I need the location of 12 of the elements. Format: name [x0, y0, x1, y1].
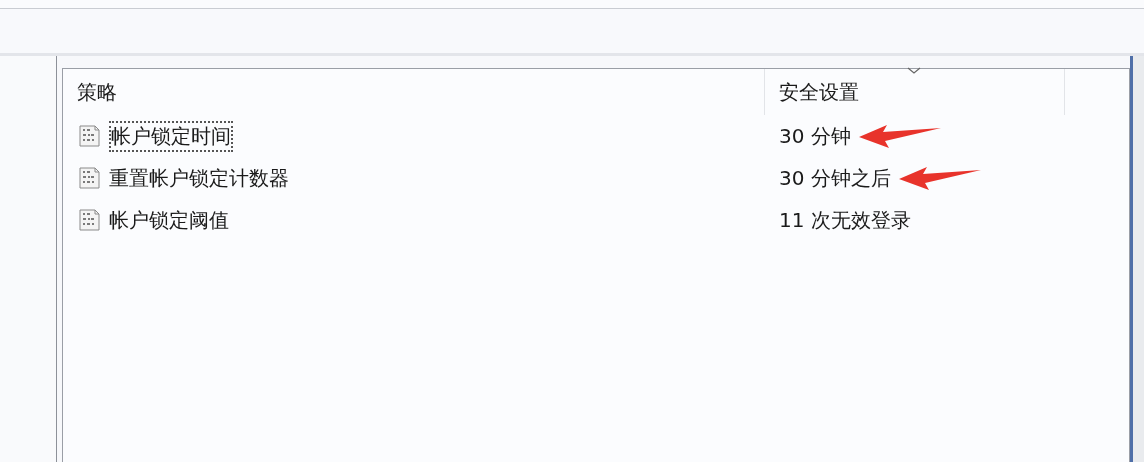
policy-icon [77, 123, 103, 149]
policy-name[interactable]: 重置帐户锁定计数器 [109, 164, 289, 192]
policy-name[interactable]: 帐户锁定时间 [109, 120, 233, 152]
setting-value: 11 次无效登录 [779, 206, 911, 234]
setting-value: 30 分钟 [779, 122, 851, 150]
column-header[interactable]: 策略 [63, 69, 765, 115]
policy-icon [77, 165, 103, 191]
setting-value: 30 分钟之后 [779, 164, 891, 192]
sort-caret-icon [907, 67, 921, 75]
policy-icon [77, 207, 103, 233]
policy-name[interactable]: 帐户锁定阈值 [109, 206, 229, 234]
column-header[interactable]: 安全设置 [765, 69, 1065, 115]
